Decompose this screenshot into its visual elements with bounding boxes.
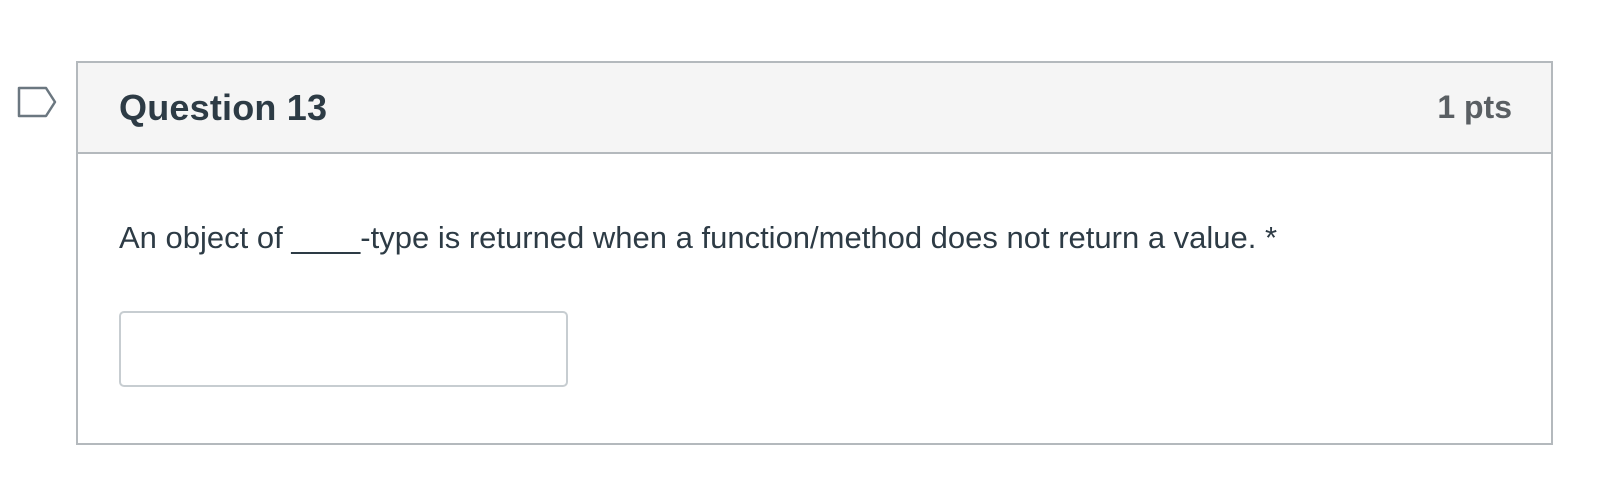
- question-body: An object of ____-type is returned when …: [78, 154, 1551, 387]
- question-card: Question 13 1 pts An object of ____-type…: [76, 61, 1553, 445]
- answer-input[interactable]: [119, 311, 568, 387]
- question-text: An object of ____-type is returned when …: [119, 220, 1278, 255]
- flag-question-icon[interactable]: [17, 86, 59, 120]
- flag-shape: [17, 86, 57, 118]
- question-header: Question 13 1 pts: [78, 63, 1551, 154]
- question-title: Question 13: [119, 86, 328, 128]
- quiz-page: Question 13 1 pts An object of ____-type…: [0, 0, 1618, 504]
- question-points: 1 pts: [1437, 89, 1512, 125]
